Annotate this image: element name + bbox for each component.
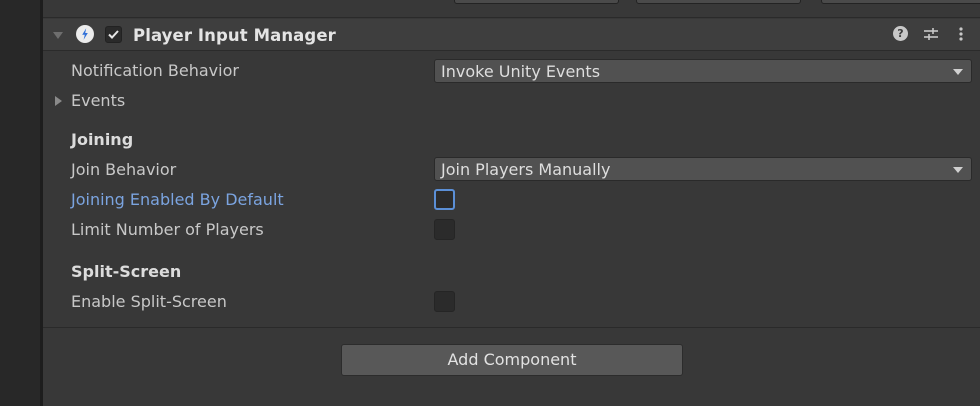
joining-section-title: Joining xyxy=(71,130,134,149)
hierarchy-edge xyxy=(0,0,40,406)
previous-button[interactable] xyxy=(636,0,801,4)
component-enabled-checkbox[interactable] xyxy=(105,26,122,43)
previous-button[interactable] xyxy=(821,0,980,4)
dropdown-arrow-icon xyxy=(953,167,963,173)
presets-icon[interactable] xyxy=(922,25,940,43)
joining-enabled-by-default-checkbox[interactable] xyxy=(434,189,455,210)
split-screen-section-title: Split-Screen xyxy=(71,262,182,281)
help-icon[interactable]: ? xyxy=(893,26,908,41)
add-component-button[interactable]: Add Component xyxy=(341,344,683,376)
join-behavior-value: Join Players Manually xyxy=(441,160,611,179)
notification-behavior-label: Notification Behavior xyxy=(71,61,239,80)
previous-component-edge xyxy=(43,0,980,18)
separator xyxy=(43,327,980,328)
component-title: Player Input Manager xyxy=(133,26,336,45)
dropdown-arrow-icon xyxy=(953,69,963,75)
events-foldout-label[interactable]: Events xyxy=(71,91,125,110)
previous-button[interactable] xyxy=(454,0,619,4)
enable-split-screen-label: Enable Split-Screen xyxy=(71,292,227,311)
enable-split-screen-checkbox[interactable] xyxy=(434,291,455,312)
join-behavior-label: Join Behavior xyxy=(71,160,177,179)
notification-behavior-dropdown[interactable]: Invoke Unity Events xyxy=(434,59,972,83)
notification-behavior-value: Invoke Unity Events xyxy=(441,62,601,81)
limit-number-of-players-label: Limit Number of Players xyxy=(71,220,264,239)
limit-number-of-players-checkbox[interactable] xyxy=(434,219,455,240)
foldout-arrow-icon[interactable] xyxy=(53,32,63,39)
context-menu-icon[interactable] xyxy=(952,25,970,43)
player-input-manager-icon xyxy=(76,25,94,43)
joining-enabled-by-default-label: Joining Enabled By Default xyxy=(71,190,284,209)
join-behavior-dropdown[interactable]: Join Players Manually xyxy=(434,157,972,181)
events-foldout-arrow-icon[interactable] xyxy=(55,96,62,106)
